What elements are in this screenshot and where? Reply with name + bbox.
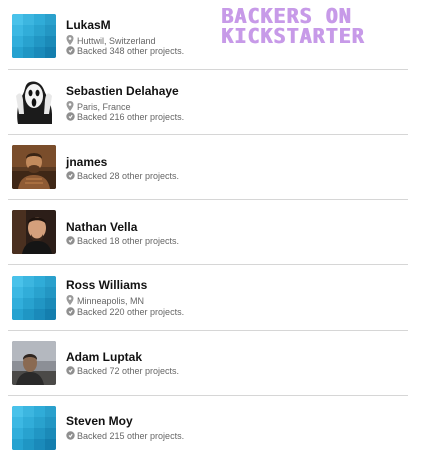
default-avatar-icon[interactable] (12, 14, 56, 58)
kickstarter-check-icon (66, 112, 75, 123)
backer-count: Backed 72 other projects. (66, 366, 179, 377)
backer-name[interactable]: Sebastien Delahaye (66, 84, 179, 98)
backer-name[interactable]: Adam Luptak (66, 350, 142, 364)
backer-location: Minneapolis, MN (66, 295, 144, 307)
kickstarter-check-icon (66, 46, 75, 57)
backer-count-text: Backed 348 other projects. (77, 46, 185, 56)
backer-location-text: Huttwil, Switzerland (77, 36, 156, 46)
backer-count-text: Backed 72 other projects. (77, 366, 180, 376)
kickstarter-check-icon (66, 236, 75, 247)
user-photo-avatar[interactable] (12, 145, 56, 189)
default-avatar-icon[interactable] (12, 406, 56, 450)
backer-name[interactable]: Nathan Vella (66, 220, 137, 234)
backer-count: Backed 348 other projects. (66, 46, 184, 57)
kickstarter-check-icon (66, 431, 75, 442)
backer-count: Backed 216 other projects. (66, 112, 184, 123)
backer-name[interactable]: Steven Moy (66, 414, 133, 428)
backer-name[interactable]: LukasM (66, 18, 111, 32)
backer-row[interactable]: Adam Luptak Backed 72 other projects. (0, 331, 425, 397)
user-photo-avatar[interactable] (12, 341, 56, 385)
backer-count: Backed 215 other projects. (66, 431, 184, 442)
backer-row[interactable]: LukasM Huttwil, Switzerland Backed 348 o… (0, 4, 425, 70)
backer-row[interactable]: jnames Backed 28 other projects. (0, 135, 425, 201)
default-avatar-icon[interactable] (12, 276, 56, 320)
backer-count: Backed 18 other projects. (66, 236, 179, 247)
backer-location-text: Minneapolis, MN (77, 296, 145, 306)
location-pin-icon (66, 295, 75, 307)
backer-count-text: Backed 215 other projects. (77, 431, 185, 441)
backer-row[interactable]: Steven Moy Backed 215 other projects. (0, 396, 425, 462)
backer-row[interactable]: Nathan Vella Backed 18 other projects. (0, 200, 425, 266)
backer-count-text: Backed 216 other projects. (77, 112, 185, 122)
scream-avatar-icon[interactable] (12, 80, 56, 124)
backer-count-text: Backed 220 other projects. (77, 307, 185, 317)
kickstarter-check-icon (66, 366, 75, 377)
backer-count-text: Backed 18 other projects. (77, 236, 180, 246)
backer-name[interactable]: Ross Williams (66, 278, 147, 292)
kickstarter-check-icon (66, 171, 75, 182)
user-photo-avatar[interactable] (12, 210, 56, 254)
backer-name[interactable]: jnames (66, 155, 107, 169)
backer-count: Backed 28 other projects. (66, 171, 179, 182)
row-divider (8, 264, 408, 265)
backer-count-text: Backed 28 other projects. (77, 171, 180, 181)
backer-location-text: Paris, France (77, 102, 131, 112)
backer-row[interactable]: Ross Williams Minneapolis, MN Backed 220… (0, 266, 425, 332)
backer-row[interactable]: Sebastien Delahaye Paris, France Backed … (0, 70, 425, 136)
backer-count: Backed 220 other projects. (66, 307, 184, 318)
kickstarter-check-icon (66, 307, 75, 318)
